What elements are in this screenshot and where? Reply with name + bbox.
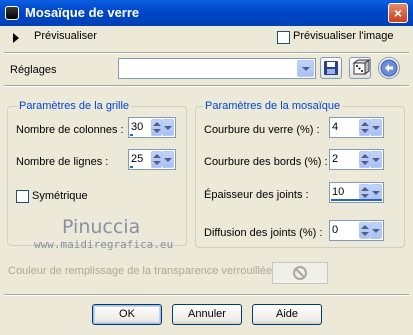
- symmetric-checkbox[interactable]: [16, 190, 29, 203]
- watermark-url: www.maidiregrafica.eu: [34, 238, 174, 251]
- chevron-down-icon[interactable]: [162, 119, 174, 136]
- joint-thickness-label: Épaisseur des joints :: [204, 189, 309, 201]
- watermark-name: Pinuccia: [62, 216, 141, 238]
- glass-curvature-value: 4: [332, 121, 339, 133]
- randomize-button[interactable]: [349, 57, 371, 79]
- edge-curvature-spinbox[interactable]: 2: [329, 149, 384, 170]
- symmetric-label: Symétrique: [32, 190, 88, 202]
- spin-up-down-icon[interactable]: [359, 222, 370, 239]
- spin-up-down-icon[interactable]: [151, 119, 162, 136]
- app-icon: [5, 6, 19, 20]
- spin-up-down-icon[interactable]: [359, 151, 370, 168]
- edge-curvature-value: 2: [332, 153, 339, 165]
- chevron-down-icon[interactable]: [162, 151, 174, 168]
- preview-image-checkbox[interactable]: [277, 31, 290, 44]
- help-button[interactable]: Aide: [252, 304, 322, 325]
- preview-toggle-label[interactable]: Prévisualiser: [34, 30, 97, 42]
- grid-settings-title: Paramètres de la grille: [17, 100, 132, 112]
- preview-image-label: Prévisualiser l'image: [293, 30, 394, 42]
- separator: [4, 294, 409, 296]
- ok-button[interactable]: OK: [92, 304, 162, 325]
- columns-spinbox[interactable]: 30: [128, 117, 176, 138]
- glass-curvature-spinbox[interactable]: 4: [329, 117, 384, 138]
- presets-dropdown[interactable]: [118, 58, 316, 79]
- joint-diffusion-value: 0: [332, 224, 339, 236]
- mosaic-settings-title: Paramètres de la mosaïque: [203, 100, 343, 112]
- joint-thickness-value: 10: [332, 186, 345, 198]
- reset-icon: [380, 59, 398, 77]
- joint-diffusion-label: Diffusion des joints (%) :: [204, 227, 323, 239]
- chevron-down-icon[interactable]: [370, 119, 382, 136]
- rows-spinbox[interactable]: 25: [128, 149, 176, 170]
- columns-slider-bar[interactable]: [130, 134, 133, 136]
- rows-label: Nombre de lignes :: [16, 156, 109, 168]
- cancel-button[interactable]: Annuler: [172, 304, 242, 325]
- columns-label: Nombre de colonnes :: [16, 124, 124, 136]
- window-title: Mosaïque de verre: [25, 5, 140, 20]
- presets-label: Réglages: [10, 64, 57, 76]
- spin-up-down-icon[interactable]: [151, 151, 162, 168]
- chevron-down-icon[interactable]: [370, 222, 382, 239]
- joint-thickness-spinbox[interactable]: 10: [329, 182, 384, 203]
- columns-value: 30: [131, 121, 144, 133]
- close-button[interactable]: ×: [388, 3, 408, 23]
- separator: [4, 85, 409, 87]
- save-preset-button[interactable]: [320, 57, 342, 79]
- spin-up-down-icon[interactable]: [359, 119, 370, 136]
- edge-curvature-label: Courbure des bords (%) :: [204, 156, 328, 168]
- title-bar: Mosaïque de verre ×: [0, 0, 413, 26]
- save-icon: [324, 61, 338, 75]
- fill-color-swatch: [272, 262, 328, 284]
- joint-diffusion-spinbox[interactable]: 0: [329, 220, 384, 241]
- dice-icon: [352, 59, 370, 75]
- reset-button[interactable]: [378, 57, 400, 79]
- rows-value: 25: [131, 153, 144, 165]
- glass-curvature-label: Courbure du verre (%) :: [204, 124, 320, 136]
- no-color-icon: [293, 266, 307, 280]
- expand-arrow-icon[interactable]: [13, 33, 19, 43]
- joint-thickness-slider-bar[interactable]: [331, 199, 382, 201]
- chevron-down-icon[interactable]: [370, 151, 382, 168]
- chevron-down-icon[interactable]: [297, 60, 314, 77]
- rows-slider-bar[interactable]: [130, 166, 133, 168]
- separator: [4, 52, 409, 54]
- fill-color-label: Couleur de remplissage de la transparenc…: [8, 265, 279, 277]
